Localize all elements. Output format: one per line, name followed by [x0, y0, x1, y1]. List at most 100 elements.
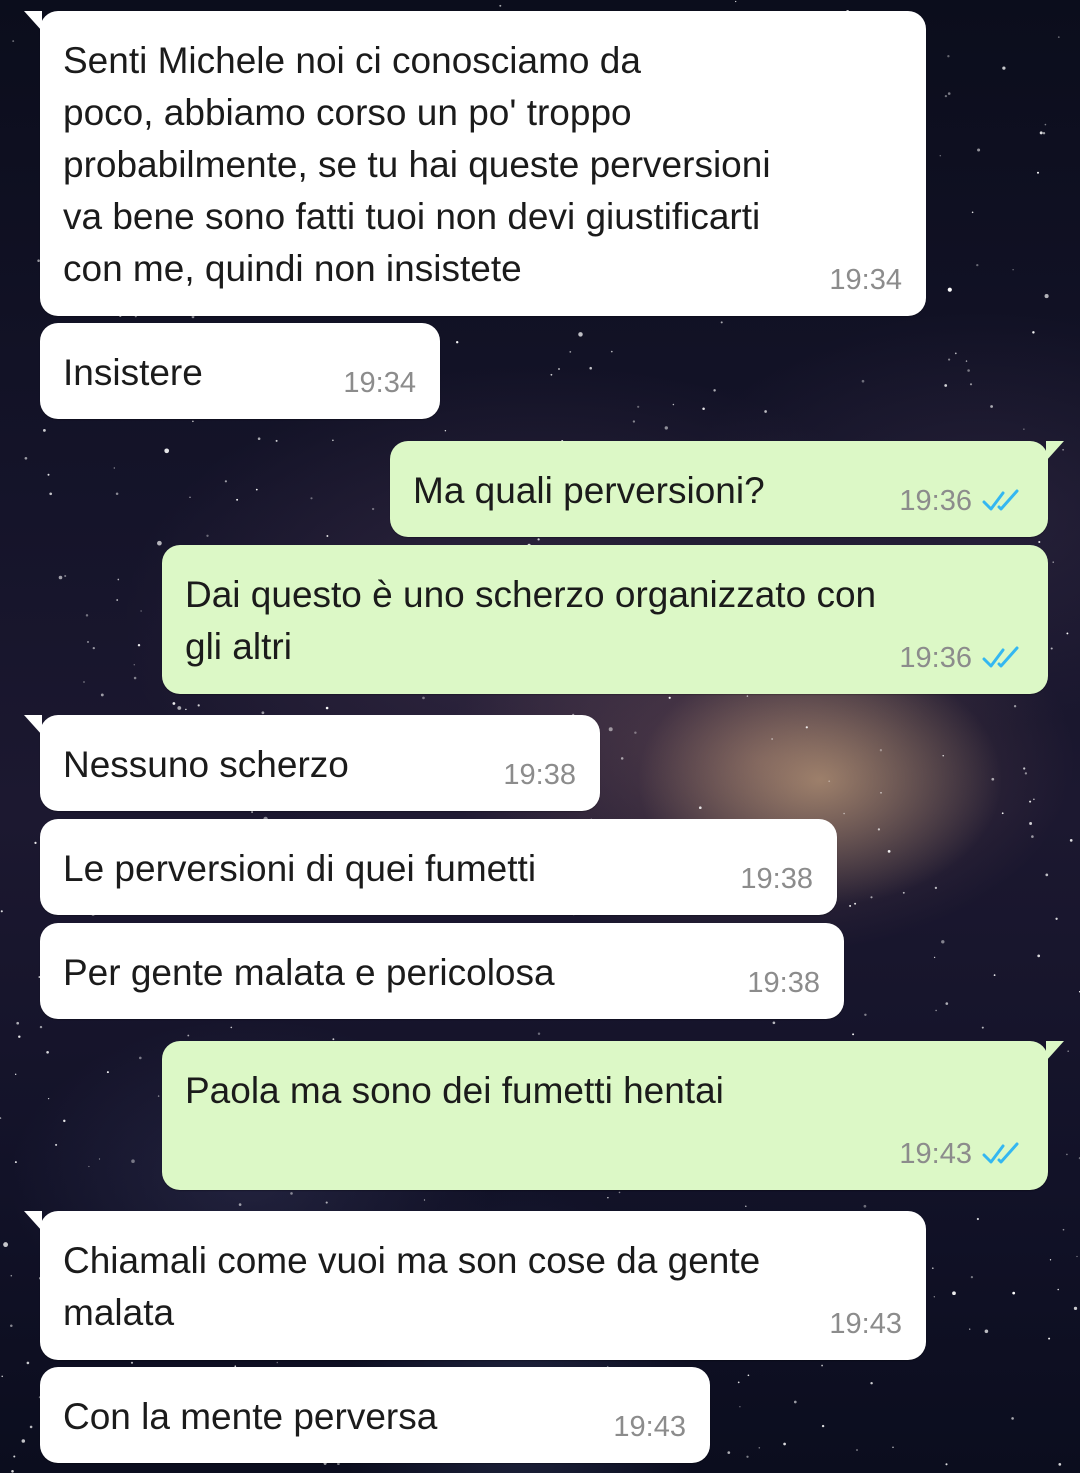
- star: [1037, 954, 1041, 958]
- star: [1012, 1291, 1016, 1295]
- message-time: 19:34: [829, 264, 902, 296]
- message-text: Con la mente perversa: [63, 1396, 438, 1437]
- star: [29, 1425, 33, 1429]
- star: [157, 1095, 160, 1097]
- message-meta: 19:38: [747, 967, 820, 999]
- star: [634, 731, 637, 734]
- star: [236, 498, 239, 501]
- star: [261, 711, 265, 715]
- incoming-message[interactable]: Nessuno scherzo 19:38: [24, 715, 600, 811]
- message-time: 19:34: [343, 367, 416, 399]
- star: [854, 902, 857, 905]
- star: [821, 1424, 825, 1428]
- star: [140, 610, 142, 612]
- star: [16, 1021, 20, 1025]
- star: [737, 1381, 740, 1384]
- read-ticks-icon: [982, 489, 1019, 511]
- star: [24, 456, 28, 460]
- star: [557, 367, 561, 371]
- star: [945, 1002, 949, 1005]
- star: [944, 384, 948, 387]
- star: [85, 614, 89, 617]
- star: [747, 1374, 750, 1377]
- star: [879, 749, 883, 752]
- incoming-message[interactable]: Le perversioni di quei fumetti 19:38: [40, 819, 837, 915]
- star: [310, 497, 313, 500]
- incoming-message[interactable]: Con la mente perversa 19:43: [40, 1367, 710, 1463]
- star: [11, 1470, 14, 1473]
- star: [713, 389, 716, 392]
- star: [931, 1267, 934, 1270]
- star: [1042, 131, 1046, 135]
- read-ticks-icon: [982, 1142, 1019, 1164]
- star: [49, 492, 53, 496]
- message-time: 19:38: [503, 759, 576, 791]
- star: [326, 535, 329, 537]
- incoming-message[interactable]: Chiamali come vuoi ma son cose da gente …: [24, 1211, 926, 1360]
- star: [861, 379, 865, 383]
- star: [967, 369, 970, 372]
- outgoing-message[interactable]: Paola ma sono dei fumetti hentai 19:43: [162, 1041, 1064, 1190]
- star: [1, 1375, 3, 1378]
- star: [275, 439, 278, 442]
- star: [115, 492, 119, 496]
- star: [1011, 1417, 1014, 1420]
- star: [1001, 812, 1004, 815]
- star: [98, 1158, 101, 1160]
- star: [632, 420, 636, 423]
- star: [864, 1013, 867, 1017]
- star: [34, 841, 37, 845]
- star: [131, 1159, 135, 1163]
- star: [620, 757, 624, 760]
- star: [849, 904, 852, 907]
- star: [224, 480, 227, 483]
- star: [64, 574, 67, 578]
- incoming-message[interactable]: Per gente malata e pericolosa 19:38: [40, 923, 844, 1019]
- star: [870, 1381, 873, 1385]
- outgoing-message[interactable]: Dai questo è uno scherzo organizzato con…: [162, 545, 1048, 694]
- incoming-message[interactable]: Insistere 19:34: [40, 323, 440, 419]
- star: [578, 332, 583, 337]
- star: [39, 1025, 43, 1029]
- message-text: Per gente malata e pericolosa: [63, 952, 555, 993]
- star: [133, 676, 137, 680]
- incoming-message[interactable]: Senti Michele noi ci conosciamo da poco,…: [24, 11, 926, 316]
- star: [1057, 36, 1060, 38]
- star: [1069, 839, 1073, 842]
- star: [981, 1026, 984, 1029]
- message-meta: 19:36: [899, 485, 1024, 517]
- star: [133, 663, 136, 666]
- star: [934, 886, 938, 890]
- message-meta: 19:38: [740, 863, 813, 895]
- star: [83, 681, 85, 683]
- star: [828, 780, 831, 783]
- star: [21, 1439, 26, 1443]
- star: [46, 1050, 49, 1054]
- star: [137, 643, 141, 647]
- star: [1023, 428, 1025, 430]
- star: [945, 1463, 948, 1466]
- star: [47, 473, 50, 476]
- star: [970, 1275, 974, 1279]
- message-text: Le perversioni di quei fumetti: [63, 848, 537, 889]
- message-meta: 19:43: [613, 1411, 686, 1443]
- star: [1039, 131, 1043, 135]
- star: [720, 321, 723, 324]
- star: [371, 507, 375, 511]
- star: [192, 420, 194, 423]
- star: [735, 0, 737, 3]
- star: [1066, 1153, 1068, 1156]
- star: [100, 693, 104, 697]
- star: [698, 806, 702, 810]
- message-meta: 19:43: [829, 1308, 902, 1340]
- star: [971, 211, 974, 214]
- star: [1033, 798, 1035, 801]
- star: [537, 1032, 541, 1035]
- star: [672, 403, 675, 406]
- star: [332, 1038, 335, 1041]
- outgoing-message[interactable]: Ma quali perversioni? 19:36: [390, 441, 1064, 537]
- star: [1031, 835, 1034, 838]
- star: [290, 1192, 293, 1195]
- star: [935, 1009, 937, 1012]
- star: [257, 437, 261, 441]
